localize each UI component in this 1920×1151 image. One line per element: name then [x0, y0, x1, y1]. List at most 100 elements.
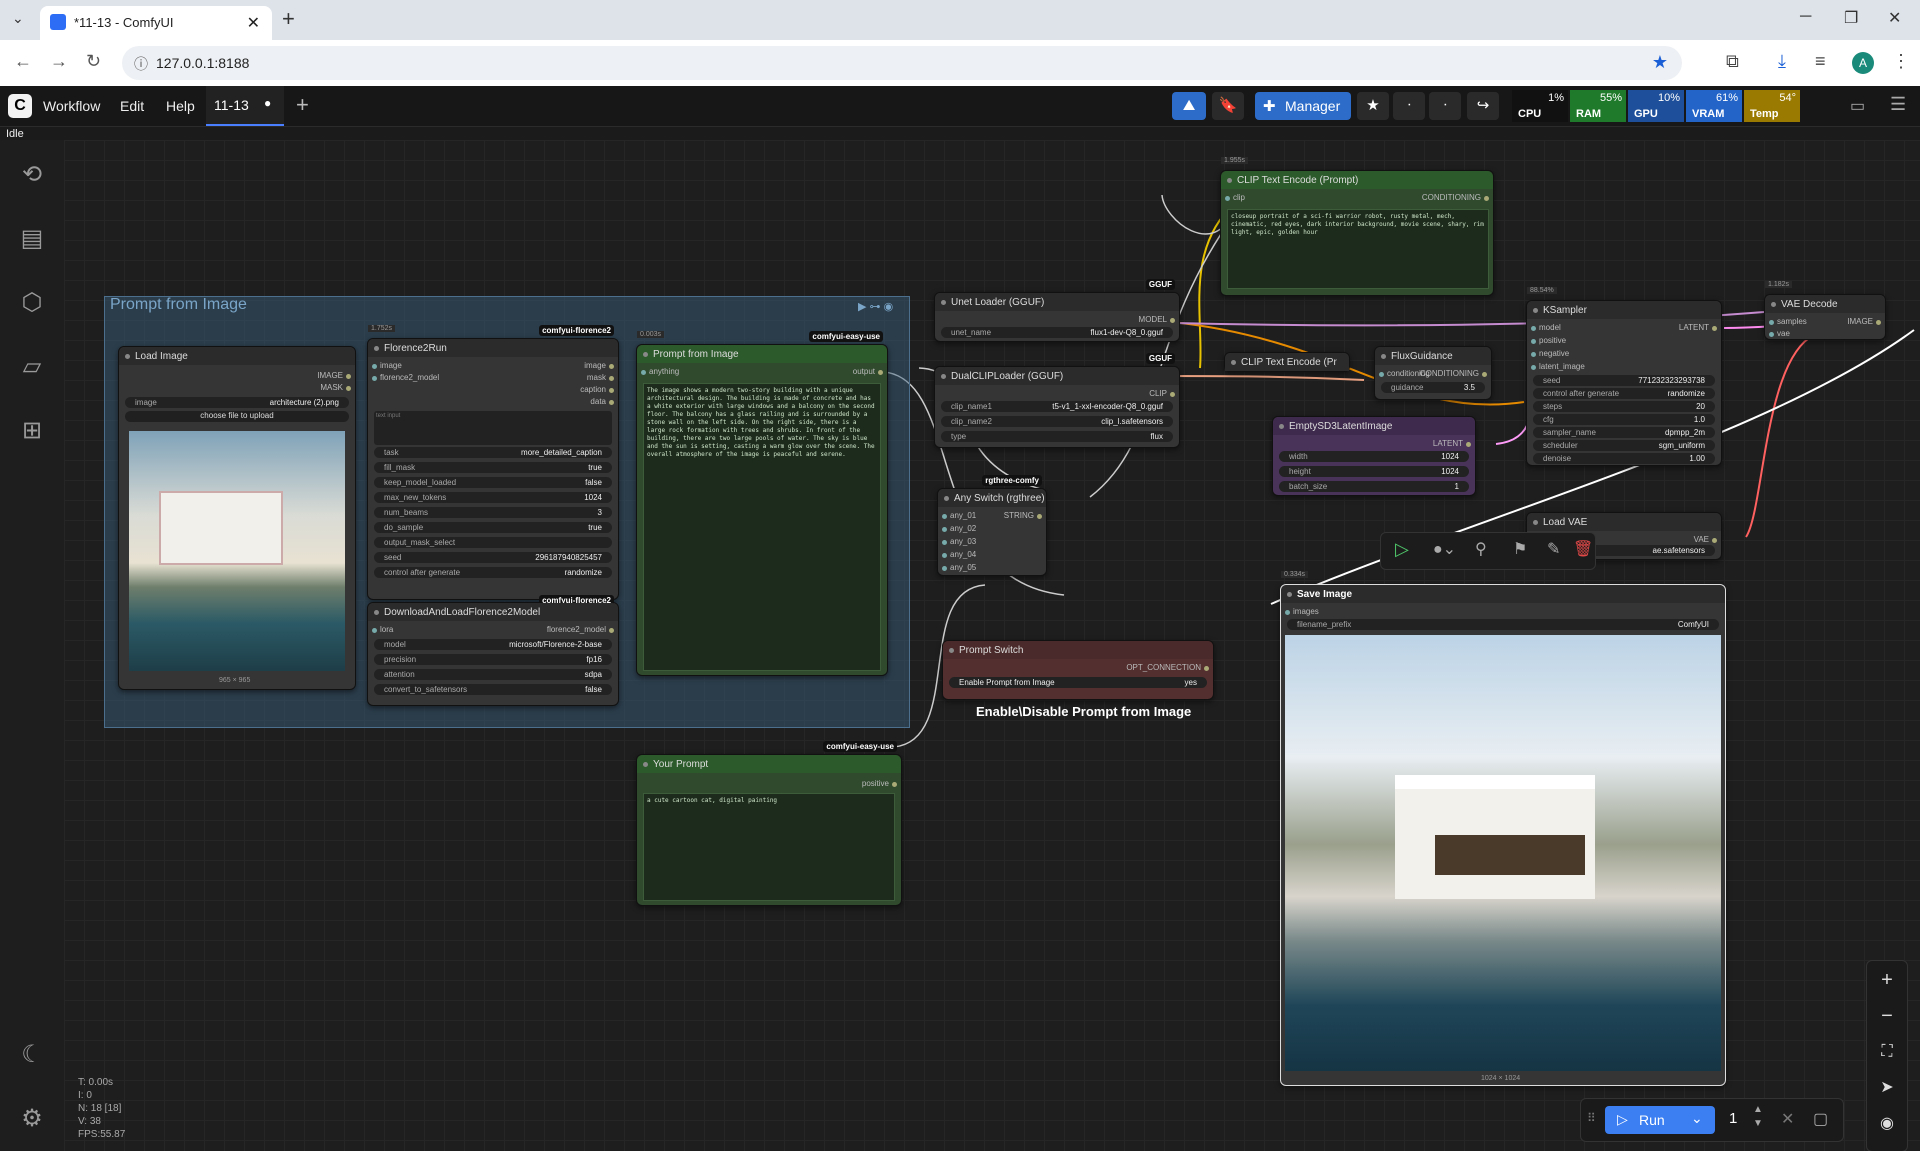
batch-stepper-icon[interactable]: ▲ ▼: [1753, 1103, 1763, 1131]
node-library-icon[interactable]: ▤: [18, 224, 46, 253]
cancel-icon[interactable]: ✕: [1781, 1109, 1794, 1129]
minimize-icon[interactable]: ─: [1800, 8, 1811, 26]
widget-height[interactable]: height 1024: [1279, 466, 1469, 477]
workflow-tab[interactable]: 11-13 ●: [206, 86, 284, 126]
widget-do-sample[interactable]: do_sample true: [374, 522, 612, 533]
close-tab-icon[interactable]: ✕: [247, 13, 260, 33]
node-any-switch[interactable]: rgthree-comfy Any Switch (rgthree) STRIN…: [937, 475, 1047, 576]
widget-unet-name[interactable]: unet_name flux1-dev-Q8_0.gguf: [941, 327, 1173, 338]
templates-icon[interactable]: ⊞: [18, 416, 46, 445]
widget-clip-name2[interactable]: clip_name2 clip_l.safetensors: [941, 416, 1173, 427]
widget-sampler-name[interactable]: sampler_name dpmpp_2m: [1533, 427, 1715, 438]
bookmark-icon[interactable]: 🔖: [1212, 92, 1244, 120]
widget-keep-model-loaded[interactable]: keep_model_loaded false: [374, 477, 612, 488]
node-florence2run[interactable]: 1.752s comfyui-florence2 Florence2Run im…: [367, 325, 619, 600]
widget-fill-mask[interactable]: fill_mask true: [374, 462, 612, 473]
media-icon[interactable]: ≡: [1815, 51, 1826, 72]
zoom-out-icon[interactable]: −: [1872, 1001, 1902, 1031]
comfyui-logo[interactable]: C: [8, 94, 32, 118]
node-clip-text-encode[interactable]: 1.955s CLIP Text Encode (Prompt) clip CO…: [1220, 157, 1494, 296]
hamburger-menu-icon[interactable]: ☰: [1890, 94, 1906, 115]
widget-steps[interactable]: steps 20: [1533, 401, 1715, 412]
forward-icon[interactable]: →: [50, 51, 68, 72]
back-icon[interactable]: ←: [14, 51, 32, 72]
input-latent-image[interactable]: latent_image: [1531, 362, 1585, 371]
widget-control-after-generate[interactable]: control after generate randomize: [1533, 388, 1715, 399]
node-load-image[interactable]: Load Image IMAGE MASK image architecture …: [118, 346, 356, 690]
model-alt-icon[interactable]: ᐧ: [1429, 92, 1461, 120]
extensions-icon[interactable]: ⧉: [1726, 51, 1739, 72]
widget-filename-prefix[interactable]: filename_prefix ComfyUI: [1287, 619, 1719, 630]
widget-seed[interactable]: seed 771232323293738: [1533, 375, 1715, 386]
queue-history-icon[interactable]: ⟲: [18, 160, 46, 189]
input-any-05[interactable]: any_05: [941, 563, 976, 572]
menu-workflow[interactable]: Workflow: [43, 98, 100, 114]
run-button[interactable]: ▷ Run ⌄: [1605, 1106, 1715, 1134]
input-positive[interactable]: positive: [1530, 336, 1566, 345]
restore-icon[interactable]: ❐: [1844, 8, 1858, 28]
run-options-chevron-icon[interactable]: ⌄: [1691, 1110, 1703, 1127]
input-anything[interactable]: anything: [640, 367, 679, 376]
node-prompt-switch[interactable]: Prompt Switch OPT_CONNECTION Enable Prom…: [942, 640, 1214, 700]
input-any-02[interactable]: any_02: [941, 524, 976, 533]
input-lora[interactable]: lora: [371, 625, 393, 634]
output-image[interactable]: IMAGE: [317, 371, 351, 380]
widget-num-beams[interactable]: num_beams 3: [374, 507, 612, 518]
settings-gear-icon[interactable]: ⚙: [18, 1104, 46, 1133]
text-input-field[interactable]: text input: [374, 411, 612, 445]
node-save-image[interactable]: 0.334s Save Image images filename_prefix…: [1280, 571, 1726, 1086]
theme-moon-icon[interactable]: ☾: [18, 1040, 46, 1069]
widget-model[interactable]: model microsoft/Florence-2-base: [374, 639, 612, 650]
node-flux-guidance[interactable]: FluxGuidance conditioning CONDITIONING g…: [1374, 346, 1492, 400]
browser-menu-icon[interactable]: ⋮: [1892, 51, 1910, 72]
input-any-03[interactable]: any_03: [941, 537, 976, 546]
output-output[interactable]: output: [853, 367, 884, 376]
widget-output-mask-select[interactable]: output_mask_select: [374, 537, 612, 548]
stop-square-icon[interactable]: ▢: [1813, 1109, 1828, 1129]
widget-cfg[interactable]: cfg 1.0: [1533, 414, 1715, 425]
panel-toggle-icon[interactable]: ▭: [1850, 96, 1865, 116]
node-prompt-from-image[interactable]: 0.003s comfyui-easy-use Prompt from Imag…: [636, 331, 888, 676]
manager-button[interactable]: ✚ Manager: [1255, 92, 1351, 120]
reload-icon[interactable]: ↻: [86, 51, 101, 72]
input-images[interactable]: images: [1285, 607, 1319, 616]
color-picker-icon[interactable]: ●⌄: [1433, 539, 1456, 559]
node-unet-loader[interactable]: GGUF Unet Loader (GGUF) MODEL unet_name f…: [934, 279, 1180, 342]
output-clip[interactable]: CLIP: [1149, 389, 1175, 398]
widget-width[interactable]: width 1024: [1279, 451, 1469, 462]
edit-pencil-icon[interactable]: ✎: [1547, 539, 1560, 559]
widget-denoise[interactable]: denoise 1.00: [1533, 453, 1715, 464]
widget-scheduler[interactable]: scheduler sgm_uniform: [1533, 440, 1715, 451]
pin-icon[interactable]: ⚑: [1513, 539, 1527, 559]
browser-tab[interactable]: *11-13 - ComfyUI ✕: [40, 6, 272, 40]
drag-handle-icon[interactable]: ⠿: [1587, 1111, 1596, 1125]
star-icon[interactable]: ★: [1357, 92, 1389, 120]
model-library-icon[interactable]: ⬡: [18, 288, 46, 317]
your-prompt-textarea[interactable]: a cute cartoon cat, digital painting: [643, 793, 895, 901]
clip-prompt-textarea[interactable]: closeup portrait of a sci-fi warrior rob…: [1227, 209, 1489, 289]
input-vae[interactable]: vae: [1769, 329, 1790, 338]
output-caption[interactable]: caption: [580, 385, 614, 394]
profile-avatar[interactable]: A: [1852, 52, 1874, 74]
widget-type[interactable]: type flux: [941, 431, 1173, 442]
image-select-widget[interactable]: image architecture (2).png: [125, 397, 349, 408]
share-icon[interactable]: ↪: [1467, 92, 1499, 120]
model-icon[interactable]: ᐧ: [1393, 92, 1425, 120]
menu-help[interactable]: Help: [166, 98, 195, 114]
group-run-icon[interactable]: ▶ ⊶ ◉: [858, 300, 893, 313]
widget-convert-to-safetensors[interactable]: convert_to_safetensors false: [374, 684, 612, 695]
output-image[interactable]: image: [584, 361, 614, 370]
tab-list-icon[interactable]: ⌄: [12, 10, 24, 27]
node-clip-text-encode-collapsed[interactable]: CLIP Text Encode (Pr: [1224, 352, 1350, 372]
add-workflow-icon[interactable]: +: [296, 92, 309, 118]
widget-attention[interactable]: attention sdpa: [374, 669, 612, 680]
node-empty-latent[interactable]: EmptySD3LatentImage LATENT width 1024 hei…: [1272, 416, 1476, 496]
input-clip[interactable]: clip: [1224, 193, 1245, 202]
bookmark-star-icon[interactable]: ★: [1652, 52, 1668, 73]
execute-selected-icon[interactable]: ▷: [1395, 539, 1409, 560]
upload-button[interactable]: choose file to upload: [125, 411, 349, 422]
fit-view-icon[interactable]: ⛶: [1872, 1037, 1902, 1067]
input-negative[interactable]: negative: [1530, 349, 1569, 358]
input-florence2-model[interactable]: florence2_model: [371, 373, 439, 382]
output-data[interactable]: data: [590, 397, 614, 406]
